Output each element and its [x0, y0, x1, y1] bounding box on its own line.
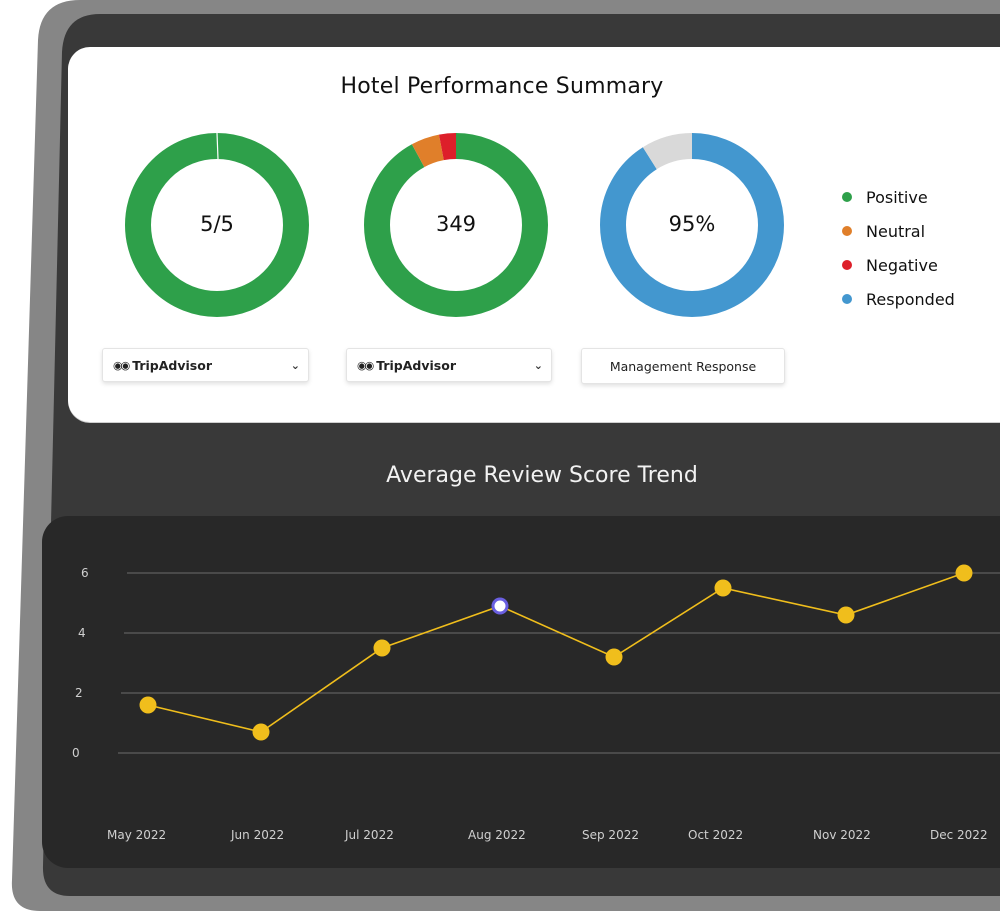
legend-label: Negative: [866, 255, 938, 275]
x-tick-label: Aug 2022: [468, 828, 526, 842]
x-tick-label: Sep 2022: [582, 828, 639, 842]
legend-label: Responded: [866, 289, 955, 309]
neutral-dot-icon: [842, 226, 852, 236]
tripadvisor-owl-icon: ◉◉: [113, 358, 130, 372]
legend-item-negative: Negative: [842, 248, 955, 282]
select-value: TripAdvisor: [376, 357, 457, 373]
response-rate-value: 95%: [668, 212, 716, 236]
reviews-source-select[interactable]: ◉◉ TripAdvisor ⌄: [346, 348, 552, 382]
data-point[interactable]: [714, 579, 732, 597]
rating-source-select[interactable]: ◉◉ TripAdvisor ⌄: [102, 348, 309, 382]
x-tick-label: Jul 2022: [344, 828, 394, 842]
x-tick-label: Dec 2022: [930, 828, 988, 842]
data-point[interactable]: [139, 696, 157, 714]
legend-item-responded: Responded: [842, 282, 955, 316]
summary-title: Hotel Performance Summary: [340, 74, 664, 99]
positive-dot-icon: [842, 192, 852, 202]
legend-label: Positive: [866, 187, 928, 207]
trend-title: Average Review Score Trend: [386, 463, 698, 488]
data-point[interactable]: [252, 723, 270, 741]
data-point[interactable]: [837, 606, 855, 624]
data-point[interactable]: [605, 648, 623, 666]
response-rate-donut: 95%: [597, 130, 787, 320]
data-point[interactable]: [373, 639, 391, 657]
trend-chart-panel: 0 2 4 6 May 2022 Jun 2022 Jul 2022 Aug 2022 Sep …: [42, 516, 1000, 868]
rating-donut: 5/5: [122, 130, 312, 320]
data-point[interactable]: [955, 564, 973, 582]
x-tick-label: Nov 2022: [813, 828, 871, 842]
responded-dot-icon: [842, 294, 852, 304]
legend-item-positive: Positive: [842, 180, 955, 214]
data-point-highlighted[interactable]: [491, 597, 509, 615]
rating-value: 5/5: [200, 212, 234, 236]
review-count-value: 349: [435, 212, 477, 236]
management-response-button[interactable]: Management Response: [581, 348, 785, 384]
select-value: TripAdvisor: [132, 357, 213, 373]
chevron-down-icon: ⌄: [533, 358, 543, 372]
legend-label: Neutral: [866, 221, 926, 241]
tripadvisor-owl-icon: ◉◉: [357, 358, 374, 372]
series-line: [147, 572, 965, 733]
x-tick-label: Oct 2022: [688, 828, 743, 842]
legend: Positive Neutral Negative Responded: [842, 180, 955, 316]
trend-chart: 0 2 4 6 May 2022 Jun 2022 Jul 2022 Aug 2022 Sep …: [72, 564, 1000, 842]
y-tick-label: 6: [81, 566, 89, 580]
chevron-down-icon: ⌄: [290, 358, 300, 372]
y-tick-label: 0: [72, 746, 80, 760]
negative-dot-icon: [842, 260, 852, 270]
y-tick-label: 2: [75, 686, 83, 700]
y-tick-label: 4: [78, 626, 86, 640]
x-tick-label: Jun 2022: [230, 828, 284, 842]
review-count-donut: 349: [361, 130, 551, 320]
x-tick-label: May 2022: [107, 828, 166, 842]
legend-item-neutral: Neutral: [842, 214, 955, 248]
